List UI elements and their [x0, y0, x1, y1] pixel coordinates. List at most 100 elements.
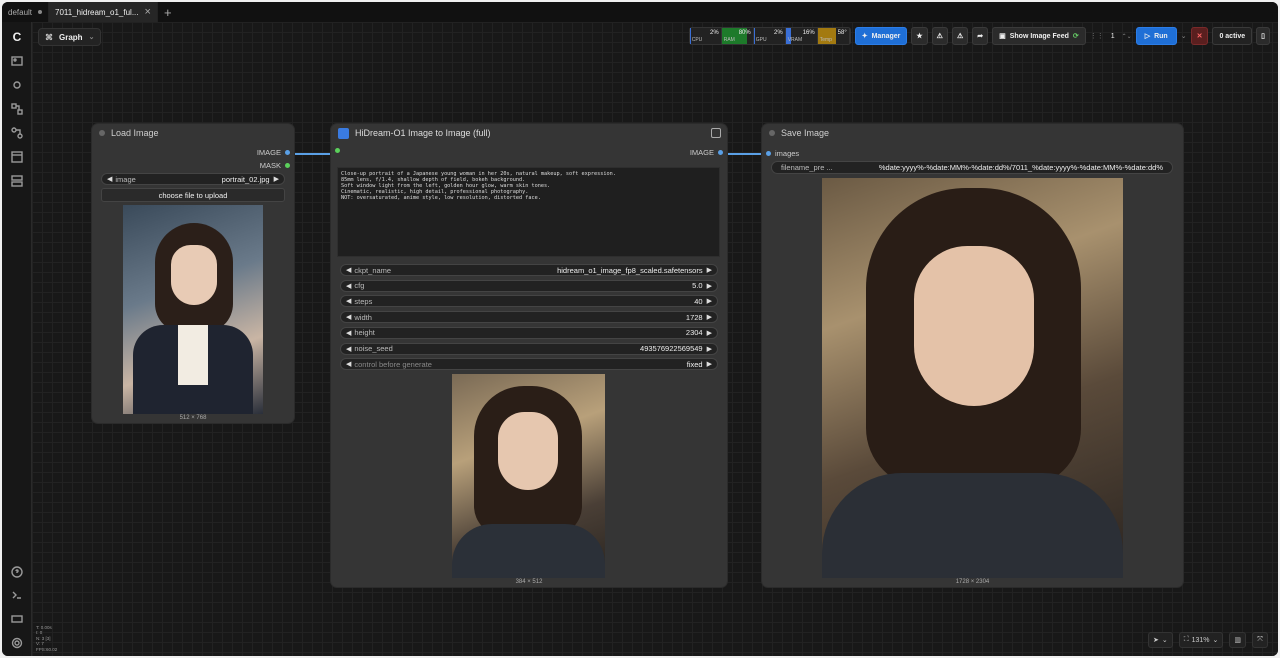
arrow-right-icon[interactable]: ▶ — [707, 313, 712, 321]
widget-value: hidream_o1_image_fp8_scaled.safetensors — [557, 265, 703, 275]
tab-workflow[interactable]: 7011_hidream_o1_ful... × — [49, 2, 158, 22]
select-mode-button[interactable]: ➤ ⌄ — [1147, 632, 1173, 648]
output-image-port[interactable]: IMAGE — [257, 148, 290, 157]
arrow-left-icon[interactable]: ◀ — [346, 297, 351, 305]
hidream-node[interactable]: HiDream-O1 Image to Image (full) IMAGE C… — [331, 124, 727, 587]
input-image-port[interactable] — [335, 148, 340, 153]
terminal-icon[interactable] — [10, 588, 24, 602]
node-title[interactable]: Load Image — [92, 124, 294, 142]
arrow-right-icon[interactable]: ▶ — [707, 345, 712, 353]
node-title[interactable]: HiDream-O1 Image to Image (full) — [331, 124, 727, 142]
drag-handle-icon[interactable]: ⋮⋮ — [1090, 32, 1104, 40]
filename-prefix-widget[interactable]: filename_pre ... %date:yyyy%-%date:MM%-%… — [771, 161, 1173, 174]
input-images-port[interactable]: images — [766, 149, 799, 158]
port-label: MASK — [259, 161, 281, 170]
port-label: IMAGE — [256, 148, 281, 157]
node-collapse-dot-icon[interactable] — [769, 130, 775, 136]
widget-ckpt-name[interactable]: ◀ ckpt_name hidream_o1_image_fp8_scaled.sa… — [340, 264, 718, 276]
tab-bar: default 7011_hidream_o1_ful... × + — [2, 2, 1278, 22]
upload-button[interactable]: choose file to upload — [101, 188, 285, 202]
new-tab-button[interactable]: + — [158, 5, 178, 20]
port-dot-icon[interactable] — [766, 151, 771, 156]
widget-height[interactable]: ◀ height 2304 ▶ — [340, 326, 718, 339]
arrow-right-icon[interactable]: ▶ — [707, 360, 712, 368]
port-dot-icon[interactable] — [335, 148, 340, 153]
chevron-down-icon: ⌄ — [1161, 637, 1168, 644]
output-image-port[interactable]: IMAGE — [690, 148, 723, 157]
app-window: default 7011_hidream_o1_ful... × + C ⌘ G… — [2, 2, 1278, 656]
show-image-feed-button[interactable]: ▣ Show Image Feed ⟳ — [992, 27, 1086, 45]
active-queue-button[interactable]: 0 active — [1212, 27, 1253, 45]
link-visibility-button[interactable]: ⤧ — [1252, 632, 1268, 648]
model-icon[interactable] — [10, 78, 24, 92]
arrow-right-icon[interactable]: ▶ — [707, 266, 712, 274]
arrow-right-icon[interactable]: ▶ — [707, 282, 712, 290]
arrow-left-icon[interactable]: ◀ — [346, 313, 351, 321]
image-select-widget[interactable]: ◀ image portrait_02.jpg ▶ — [101, 173, 285, 185]
arrow-right-icon[interactable]: ▶ — [274, 175, 279, 183]
link-icon: ⤧ — [1257, 636, 1263, 643]
help-icon[interactable] — [10, 565, 24, 579]
zoom-control[interactable]: ⛶ 131% ⌄ — [1178, 632, 1224, 648]
arrow-left-icon[interactable]: ◀ — [346, 360, 351, 368]
arrow-right-icon[interactable]: ▶ — [707, 297, 712, 305]
canvas-controls: ➤ ⌄ ⛶ 131% ⌄ ▥ ⤧ — [1147, 632, 1268, 648]
widget-value: 5.0 — [692, 281, 703, 291]
toggle-panel-button[interactable]: ▯ — [1256, 27, 1270, 45]
widget-width[interactable]: ◀ width 1728 ▶ — [340, 311, 718, 324]
settings-gear-icon[interactable] — [10, 636, 24, 650]
expand-icon[interactable] — [711, 128, 721, 138]
node-title-text: Load Image — [111, 128, 159, 138]
arrow-left-icon[interactable]: ◀ — [346, 329, 351, 337]
node-title[interactable]: Save Image — [762, 124, 1183, 142]
port-dot-icon[interactable] — [718, 150, 723, 155]
keyboard-icon[interactable] — [10, 612, 24, 626]
zoom-level: 131% — [1191, 636, 1210, 644]
close-icon[interactable]: × — [145, 6, 151, 18]
widget-control-before-generate[interactable]: ◀ control before generate fixed ▶ — [340, 358, 718, 371]
alert-button[interactable]: ⚠ — [951, 27, 969, 45]
minimap-button[interactable]: ▥ — [1229, 632, 1246, 648]
star-button[interactable]: ★ — [911, 27, 928, 45]
port-dot-icon[interactable] — [285, 150, 290, 155]
queue-icon[interactable] — [10, 174, 24, 188]
node-library-icon[interactable] — [10, 102, 24, 116]
cursor-icon: ➤ — [1152, 637, 1159, 644]
share-button[interactable]: ➦ — [972, 27, 989, 45]
node-collapse-dot-icon[interactable] — [99, 130, 105, 136]
stepper-icon[interactable]: ⌃⌄ — [1122, 33, 1132, 40]
queue-count[interactable]: 1 — [1108, 33, 1118, 40]
run-options-chevron-icon[interactable]: ⌄ — [1181, 32, 1187, 40]
templates-icon[interactable] — [10, 150, 24, 164]
warning-button[interactable]: ⚠ — [931, 27, 948, 45]
port-dot-icon[interactable] — [285, 163, 290, 168]
arrow-left-icon[interactable]: ◀ — [107, 175, 112, 183]
graph-canvas[interactable]: ⌘ Graph ⌄ CPU 2% RAM 80% GPU 2% VRAM 16% Temp 58°… — [32, 22, 1278, 656]
arrow-left-icon[interactable]: ◀ — [346, 266, 351, 274]
save-image-node[interactable]: Save Image images filename_pre ... %date… — [762, 124, 1183, 587]
workflow-icon[interactable] — [10, 126, 24, 140]
comfy-logo-icon[interactable]: C — [10, 30, 24, 44]
widget-noise-seed[interactable]: ◀ noise_seed 493576922569549 ▶ — [340, 342, 718, 355]
widget-cfg[interactable]: ◀ cfg 5.0 ▶ — [340, 279, 718, 292]
cancel-run-button[interactable]: ✕ — [1190, 27, 1209, 45]
node-title-text: HiDream-O1 Image to Image (full) — [355, 128, 491, 138]
tab-label: default — [8, 7, 33, 17]
arrow-left-icon[interactable]: ◀ — [346, 345, 351, 353]
prompt-textarea[interactable]: Close-up portrait of a Japanese young wo… — [337, 167, 720, 257]
run-button[interactable]: ▷ Run — [1135, 27, 1177, 45]
image-icon[interactable] — [10, 54, 24, 68]
tab-default[interactable]: default — [2, 2, 50, 22]
graph-mode-button[interactable]: ⌘ Graph ⌄ — [38, 28, 102, 46]
puzzle-icon: ✦ — [861, 33, 868, 40]
widget-steps[interactable]: ◀ steps 40 ▶ — [340, 295, 718, 308]
widget-label: filename_pre ... — [781, 163, 833, 172]
output-mask-port[interactable]: MASK — [260, 161, 290, 170]
load-image-node[interactable]: Load Image IMAGE MASK ◀ image portrait_02… — [92, 124, 294, 423]
manager-button[interactable]: ✦ Manager — [854, 27, 908, 45]
widget-label: image — [115, 174, 136, 184]
arrow-left-icon[interactable]: ◀ — [346, 282, 351, 290]
monitor-value: 2% — [774, 30, 783, 36]
arrow-right-icon[interactable]: ▶ — [707, 329, 712, 337]
connection-wire — [289, 153, 331, 155]
